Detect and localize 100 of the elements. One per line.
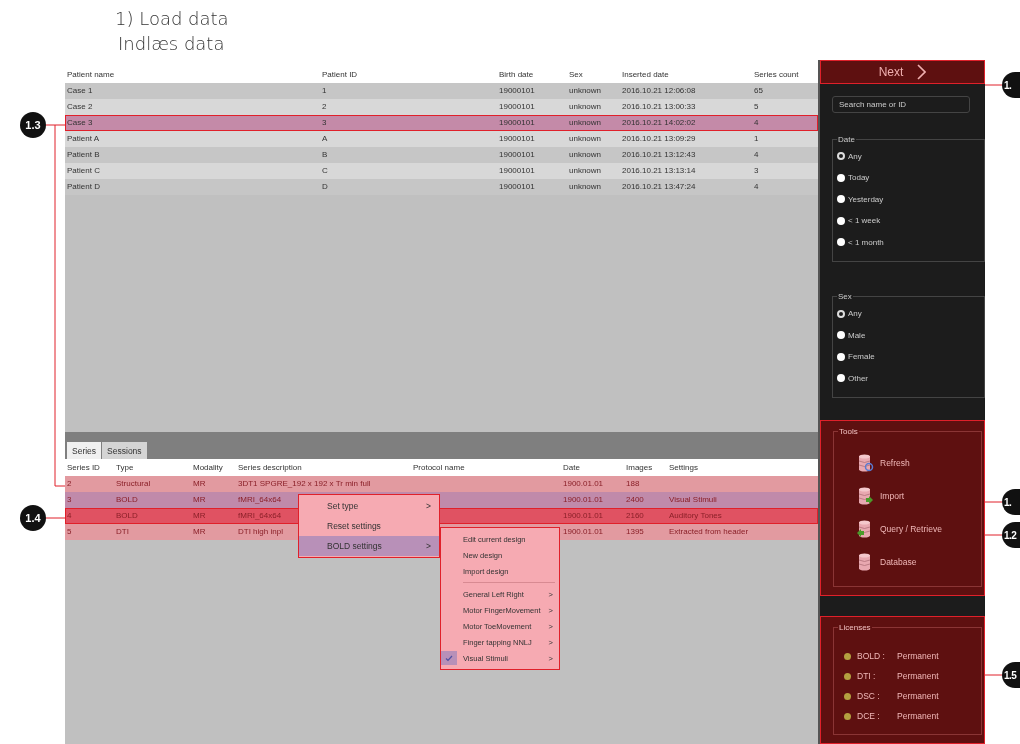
radio-button[interactable]	[837, 152, 845, 161]
database-icon	[856, 452, 874, 473]
tool-link[interactable]: Refresh	[880, 457, 910, 468]
table-cell-text: 19000101	[498, 117, 536, 129]
table-cell-text: Structural	[115, 478, 152, 490]
radio-label: Yesterday	[848, 194, 884, 204]
callout-marker: 1.2	[1002, 522, 1020, 548]
table-cell-text: 19000101	[498, 85, 536, 97]
radio-label: Male	[848, 330, 866, 340]
table-cell-text: unknown	[568, 85, 603, 97]
table-cell-text: Auditory Tones	[668, 510, 723, 522]
column-header[interactable]: Patient ID	[320, 66, 360, 83]
table-cell-text: 1900.01.01	[562, 526, 605, 538]
tab[interactable]: Sessions	[102, 442, 147, 459]
chevron-icon	[917, 64, 927, 81]
next-button[interactable]: Next	[820, 60, 985, 85]
license-status: Permanent	[897, 711, 939, 721]
column-header[interactable]: Images	[624, 459, 655, 476]
license-status: Permanent	[897, 651, 939, 661]
table-cell-text: MR	[192, 510, 207, 522]
tool-link[interactable]: Database	[880, 556, 917, 567]
patient-row[interactable]: Case 1 1 19000101 unknown 2016.10.21 12:06:08 65	[65, 83, 818, 99]
column-header[interactable]: Date	[561, 459, 582, 476]
radio-label: Female	[848, 352, 875, 362]
table-cell-text: 19000101	[498, 181, 536, 193]
column-header[interactable]: Sex	[567, 66, 585, 83]
radio-label: Other	[848, 373, 868, 383]
callout-marker: 1.3	[20, 112, 46, 138]
page-subtitle: Indlæs data	[117, 32, 226, 56]
license-name: DCE :	[857, 711, 881, 721]
table-cell-text: 1900.01.01	[562, 510, 605, 522]
table-cell-text: 19000101	[498, 165, 536, 177]
status-dot-icon	[844, 692, 851, 700]
table-cell-text: D	[321, 181, 329, 193]
table-cell-text: Visual Stimuli	[668, 494, 718, 506]
tab[interactable]: Series	[67, 442, 102, 459]
table-cell-text: 2016.10.21 13:00:33	[621, 101, 697, 113]
column-header[interactable]: Settings	[667, 459, 700, 476]
table-cell-text: MR	[192, 526, 207, 538]
table-cell-text: 2400	[625, 494, 645, 506]
radio-button[interactable]	[837, 331, 845, 340]
column-header[interactable]: Series description	[236, 459, 304, 476]
column-header[interactable]: Inserted date	[620, 66, 671, 83]
table-cell-text: DTI high inpl	[237, 526, 284, 538]
table-cell-text: BOLD	[115, 510, 139, 522]
table-cell-text: 3DT1 SPGRE_192 x 192 x Tr min full	[237, 478, 372, 490]
group-legend: Tools	[838, 427, 859, 436]
column-header[interactable]: Protocol name	[411, 459, 467, 476]
column-header[interactable]: Type	[114, 459, 136, 476]
radio-button[interactable]	[837, 216, 845, 225]
radio-button[interactable]	[837, 238, 845, 247]
table-cell-text: 1	[321, 85, 328, 97]
column-header[interactable]: Patient name	[65, 66, 117, 83]
table-cell-text: 3	[321, 117, 328, 129]
patient-row[interactable]: Patient B B 19000101 unknown 2016.10.21 13:12:43 4	[65, 147, 818, 163]
patient-row[interactable]: Patient C C 19000101 unknown 2016.10.21 13:13:14 3	[65, 163, 818, 179]
group-legend: Sex	[837, 292, 853, 301]
leader-line	[985, 84, 1002, 86]
column-header[interactable]: Birth date	[497, 66, 536, 83]
patient-row[interactable]: Case 2 2 19000101 unknown 2016.10.21 13:00:33 5	[65, 99, 818, 115]
table-cell-text: BOLD	[115, 494, 139, 506]
status-dot-icon	[844, 652, 851, 660]
table-cell-text: Patient A	[66, 133, 101, 145]
tool-link[interactable]: Query / Retrieve	[880, 523, 942, 534]
table-cell-text: 4	[66, 510, 73, 522]
radio-button[interactable]	[837, 374, 845, 383]
patient-row[interactable]: Case 3 3 19000101 unknown 2016.10.21 14:02:02 4	[65, 115, 818, 131]
table-cell-text: unknown	[568, 149, 603, 161]
radio-button[interactable]	[837, 352, 845, 361]
table-cell-text: 2016.10.21 14:02:02	[621, 117, 697, 129]
table-cell-text: unknown	[568, 101, 603, 113]
table-cell-text: fMRI_64x64	[237, 494, 283, 506]
search-field[interactable]: Search name or ID	[832, 96, 970, 113]
table-cell-text: 3	[753, 165, 760, 177]
table-cell-text: 1900.01.01	[562, 494, 605, 506]
series-row[interactable]: 2 Structural MR 3DT1 SPGRE_192 x 192 x Tr min full 1900.01.01 188	[65, 476, 818, 492]
column-header[interactable]: Modality	[191, 459, 225, 476]
group-legend: Date	[837, 134, 856, 144]
callout-marker: 1.5	[1002, 662, 1020, 688]
table-cell-text: Patient C	[66, 165, 101, 177]
patient-row[interactable]: Patient D D 19000101 unknown 2016.10.21 13:47:24 4	[65, 179, 818, 195]
column-header[interactable]: Series count	[752, 66, 801, 83]
radio-label: < 1 week	[848, 216, 881, 226]
table-cell-text: 19000101	[498, 101, 536, 113]
radio-button[interactable]	[837, 309, 845, 318]
tool-link[interactable]: Import	[880, 490, 905, 501]
table-cell-text: Case 2	[66, 101, 94, 113]
menu-item[interactable]: BOLD settings >	[299, 536, 439, 556]
leader-line	[46, 517, 66, 519]
table-cell-text: 1	[753, 133, 760, 145]
patient-row[interactable]: Patient A A 19000101 unknown 2016.10.21 13:09:29 1	[65, 131, 818, 147]
table-cell-text: A	[321, 133, 329, 145]
column-header[interactable]: Series ID	[65, 459, 102, 476]
database-icon	[856, 485, 874, 506]
radio-label: Any	[848, 309, 862, 319]
status-dot-icon	[844, 672, 851, 680]
table-cell-text: C	[321, 165, 329, 177]
table-cell-text: Case 3	[66, 117, 94, 129]
radio-button[interactable]	[837, 173, 845, 182]
radio-button[interactable]	[837, 195, 845, 204]
